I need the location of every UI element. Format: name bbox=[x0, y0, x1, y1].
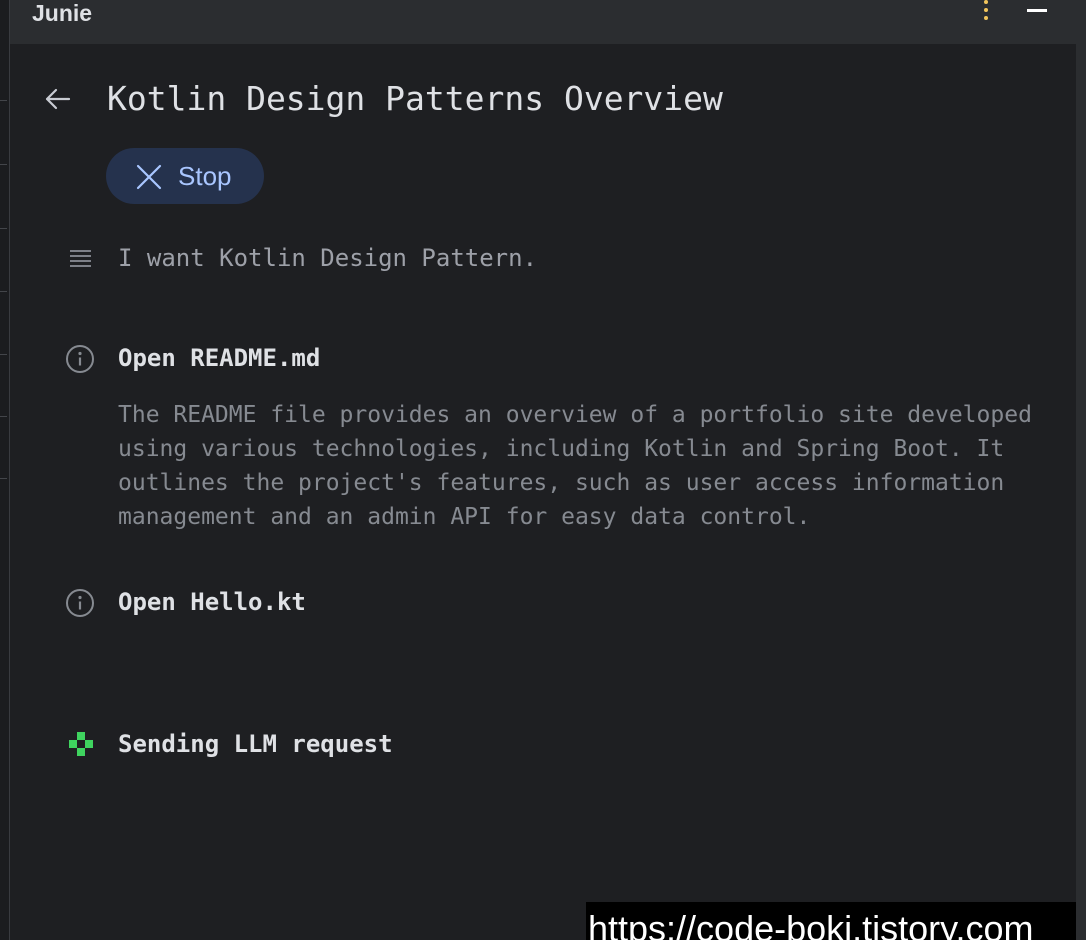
right-scroll-gutter bbox=[1076, 0, 1086, 940]
step-title-hello[interactable]: Open Hello.kt bbox=[118, 588, 306, 616]
app-title: Junie bbox=[32, 0, 93, 26]
prompt-lines-icon bbox=[67, 245, 95, 273]
user-prompt-text: I want Kotlin Design Pattern. bbox=[118, 244, 538, 272]
watermark-text: https://code-boki.tistory.com bbox=[588, 908, 1034, 940]
step-title-readme[interactable]: Open README.md bbox=[118, 344, 320, 372]
stop-label: Stop bbox=[178, 161, 232, 191]
more-vertical-icon[interactable] bbox=[980, 0, 992, 24]
close-icon bbox=[136, 164, 162, 190]
back-arrow-icon[interactable] bbox=[44, 88, 72, 110]
step-description-readme: The README file provides an overview of … bbox=[118, 402, 1032, 530]
page-title: Kotlin Design Patterns Overview bbox=[107, 79, 723, 118]
loading-spinner-icon bbox=[68, 731, 96, 759]
tool-window-header: Junie bbox=[10, 0, 1076, 44]
task-panel: Kotlin Design Patterns Overview Stop I w… bbox=[10, 44, 1076, 940]
stop-button[interactable]: Stop bbox=[106, 148, 264, 204]
info-icon bbox=[65, 588, 94, 617]
info-icon bbox=[65, 344, 94, 373]
step-title-llm-request: Sending LLM request bbox=[118, 730, 393, 758]
left-gutter bbox=[0, 0, 10, 940]
minimize-icon[interactable] bbox=[1026, 2, 1048, 18]
watermark: https://code-boki.tistory.com bbox=[586, 902, 1076, 940]
